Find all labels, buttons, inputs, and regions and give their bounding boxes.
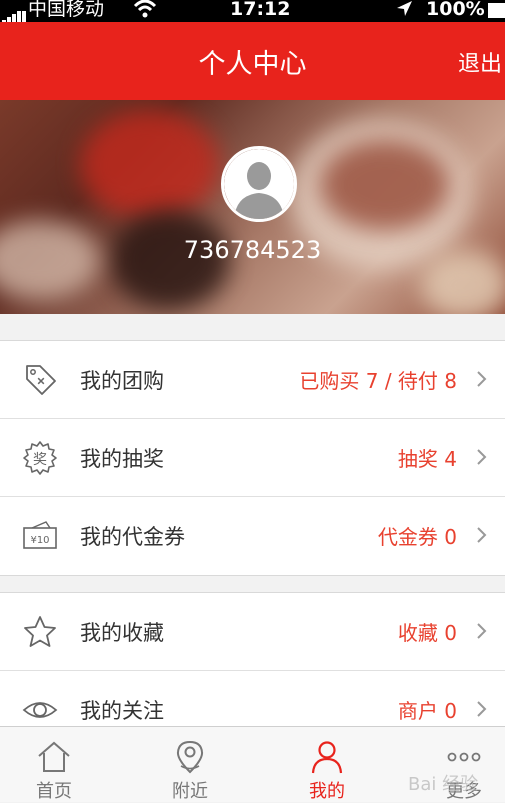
person-icon [311,741,343,774]
chevron-right-icon [477,527,487,543]
menu-item-label: 我的团购 [80,369,164,393]
carrier-label: 中国移动 [28,0,105,20]
tab-label: 我的 [309,781,345,802]
chevron-right-icon [477,371,487,387]
location-arrow-icon [397,1,412,16]
star-icon [24,616,56,647]
menu-item-label: 我的抽奖 [80,447,164,471]
menu-item-favorites[interactable]: 我的收藏 收藏 0 [0,593,505,671]
watermark: Bai 经验 [408,774,479,795]
eye-icon [22,702,58,718]
tag-icon [26,365,56,395]
tab-mine[interactable]: 我的 [277,727,377,803]
voucher-icon: ¥10 [23,521,57,549]
tab-home[interactable]: 首页 [4,727,104,803]
logout-button[interactable]: 退出 [458,46,502,78]
menu-item-value: 已购买 7 / 待付 8 [299,369,457,393]
menu-item-value: 商户 0 [397,699,457,723]
menu-item-label: 我的收藏 [80,621,164,645]
tab-label: 首页 [36,781,72,802]
menu-item-lottery[interactable]: 奖 我的抽奖 抽奖 4 [0,419,505,497]
battery-icon [488,3,505,18]
lottery-badge-icon: 奖 [23,441,57,475]
menu-group-orders: 我的团购 已购买 7 / 待付 8 奖 我的抽奖 抽奖 4 ¥10 我的代金券 … [0,340,505,576]
wifi-icon [133,0,157,18]
tab-nearby[interactable]: 附近 [140,727,240,803]
home-icon [38,741,70,772]
chevron-right-icon [477,449,487,465]
nav-bar: 个人中心 退出 [0,22,505,100]
user-silhouette-icon [224,149,294,219]
menu-item-voucher[interactable]: ¥10 我的代金券 代金券 0 [0,497,505,575]
chevron-right-icon [477,701,487,717]
username: 736784523 [183,236,322,264]
menu-item-value: 收藏 0 [397,621,457,645]
page-title: 个人中心 [198,49,307,80]
avatar[interactable] [221,146,297,222]
status-bar: 中国移动 17:12 100% [0,0,505,26]
location-pin-icon [176,740,204,774]
chevron-right-icon [477,623,487,639]
tab-label: 附近 [172,781,208,802]
profile-banner: 736784523 [0,100,505,314]
menu-item-label: 我的关注 [80,699,164,723]
menu-item-value: 代金券 0 [377,525,457,549]
battery-percent: 100% [426,0,485,20]
menu-item-value: 抽奖 4 [397,447,457,471]
menu-item-label: 我的代金券 [80,525,185,549]
lottery-icon-text: 奖 [33,451,47,468]
clock: 17:12 [230,0,291,20]
voucher-icon-text: ¥10 [30,535,49,546]
menu-item-groupbuy[interactable]: 我的团购 已购买 7 / 待付 8 [0,341,505,419]
